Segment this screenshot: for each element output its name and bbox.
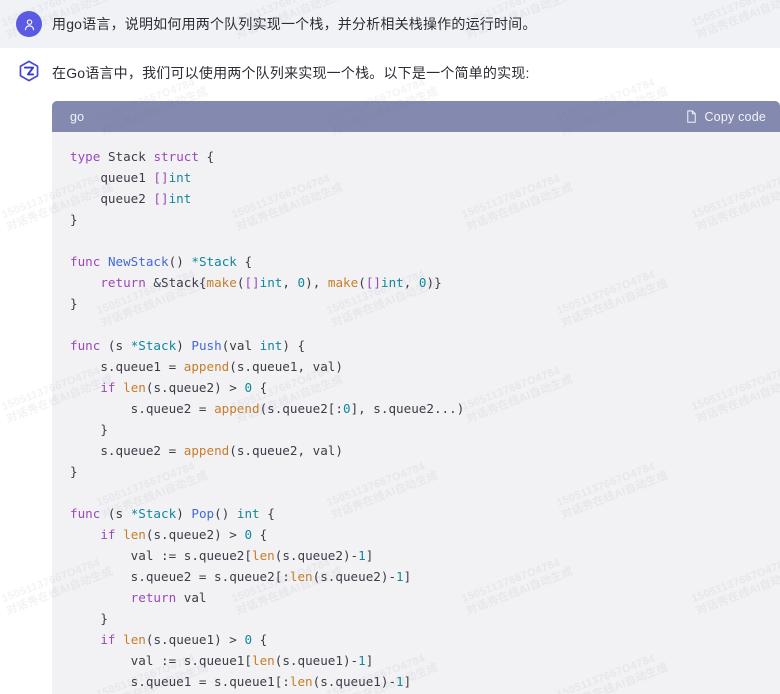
code-block: go Copy code type Stack struct { queue1 … [52, 101, 780, 694]
chat-page: 用go语言，说明如何用两个队列实现一个栈，并分析相关栈操作的运行时间。 在Go语… [0, 0, 780, 694]
copy-icon [687, 109, 697, 123]
assistant-logo-icon [19, 60, 39, 82]
user-avatar-container [0, 11, 52, 37]
assistant-avatar-container [0, 48, 52, 694]
copy-code-label: Copy code [704, 109, 766, 124]
user-message-content: 用go语言，说明如何用两个队列实现一个栈，并分析相关栈操作的运行时间。 [52, 13, 780, 35]
code-block-body[interactable]: type Stack struct { queue1 []int queue2 … [52, 132, 780, 694]
code-content: type Stack struct { queue1 []int queue2 … [70, 149, 465, 689]
message-row-user: 用go语言，说明如何用两个队列实现一个栈，并分析相关栈操作的运行时间。 [0, 0, 780, 48]
avatar [16, 58, 42, 84]
code-language-label: go [70, 109, 85, 124]
user-person-icon [24, 18, 34, 30]
user-message-text: 用go语言，说明如何用两个队列实现一个栈，并分析相关栈操作的运行时间。 [52, 16, 537, 32]
assistant-message-content: 在Go语言中，我们可以使用两个队列来实现一个栈。以下是一个简单的实现: go C… [52, 48, 780, 694]
assistant-message-text: 在Go语言中，我们可以使用两个队列来实现一个栈。以下是一个简单的实现: [52, 65, 530, 81]
copy-code-button[interactable]: Copy code [685, 110, 766, 124]
message-row-assistant: 在Go语言中，我们可以使用两个队列来实现一个栈。以下是一个简单的实现: go C… [0, 48, 780, 694]
code-block-header: go Copy code [52, 101, 780, 132]
avatar [16, 11, 42, 37]
